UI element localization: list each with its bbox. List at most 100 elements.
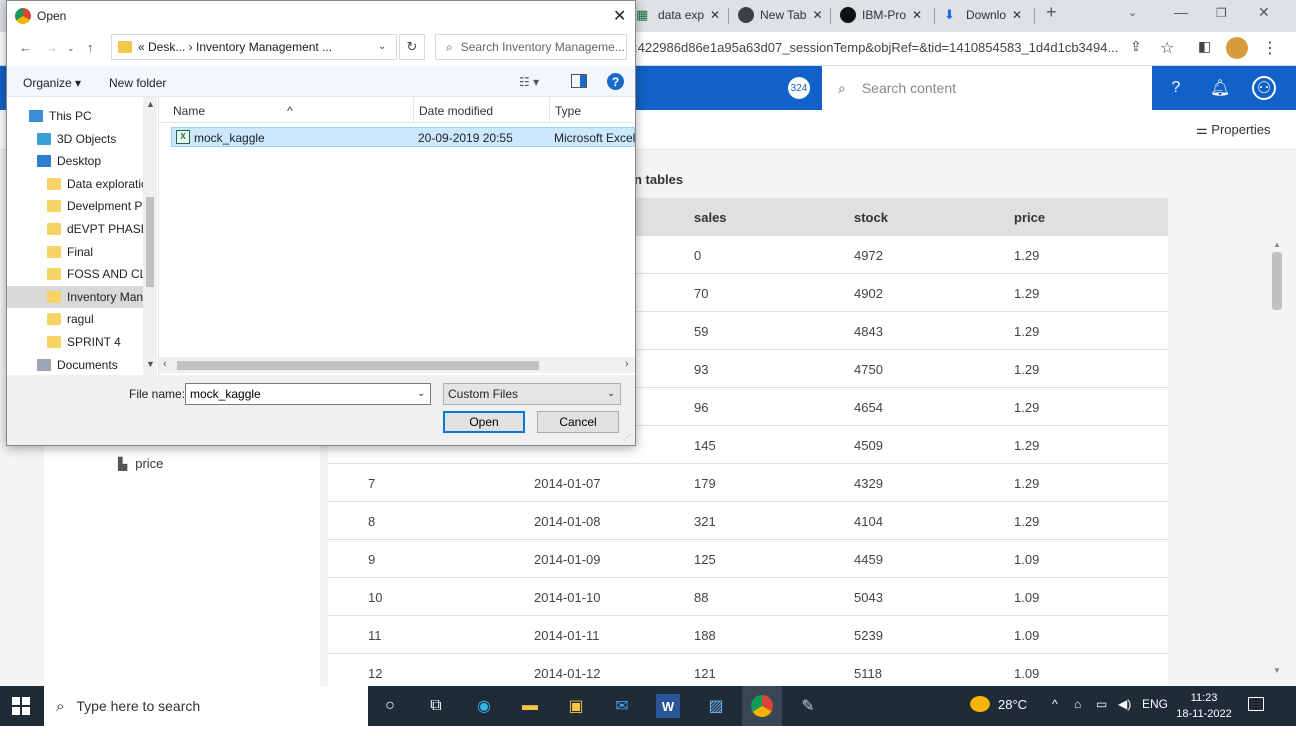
user-icon[interactable]: ⚇ [1252,76,1276,100]
task-view-icon[interactable]: ⧉ [424,694,448,718]
column-header-sales[interactable]: sales [694,210,727,225]
scroll-thumb[interactable] [1272,252,1282,310]
nav-item-desktop[interactable]: Desktop [7,150,143,172]
tab-close-icon[interactable]: ✕ [812,8,822,22]
cancel-button[interactable]: Cancel [537,411,619,433]
breadcrumb-path[interactable]: « Desk... › Inventory Management ... [138,40,332,54]
paint-icon[interactable]: ✎ [796,694,820,718]
scroll-left-arrow-icon[interactable]: ‹ [163,358,167,370]
scroll-down-arrow-icon[interactable]: ▼ [1273,666,1281,675]
chrome-taskbar-icon[interactable] [742,686,782,726]
change-view-icon[interactable]: ☷ ▾ [519,75,539,89]
scroll-down-arrow-icon[interactable]: ▼ [146,359,155,369]
column-header-stock[interactable]: stock [854,210,888,225]
tab-ibm-project[interactable]: IBM-Pro ✕ [840,2,922,28]
mail-icon[interactable]: ✉ [610,694,634,718]
dialog-search-input[interactable]: ⌕ Search Inventory Manageme... [435,34,627,60]
language-indicator[interactable]: ENG [1142,697,1168,711]
table-row[interactable]: 8 2014-01-08 321 4104 1.29 [328,502,1168,540]
file-row-mock-kaggle[interactable]: X mock_kaggle 20-09-2019 20:55 Microsoft… [171,127,635,147]
side-panel-icon[interactable]: ◧ [1198,38,1211,55]
table-row[interactable]: 11 2014-01-11 188 5239 1.09 [328,616,1168,654]
recent-locations-chevron-icon[interactable]: ⌄ [67,43,75,54]
new-folder-button[interactable]: New folder [109,76,166,90]
preview-pane-icon[interactable] [571,74,587,88]
cortana-icon[interactable]: ○ [378,694,402,718]
nav-item-final[interactable]: Final [7,241,143,263]
store-icon[interactable]: ▣ [564,694,588,718]
share-icon[interactable]: ⇪ [1130,38,1142,55]
edge-icon[interactable]: ◉ [472,694,496,718]
table-row[interactable]: 7 2014-01-07 179 4329 1.29 [328,464,1168,502]
scroll-up-arrow-icon[interactable]: ▲ [146,99,155,109]
back-arrow-icon[interactable]: ← [19,40,32,55]
tab-search-chevron-icon[interactable]: ⌄ [1128,6,1137,19]
tab-close-icon[interactable]: ✕ [912,8,922,22]
column-divider[interactable] [549,97,550,123]
system-clock[interactable]: 11:23 18-11-2022 [1176,690,1232,722]
table-row[interactable]: 12 2014-01-12 121 5118 1.09 [328,654,1168,686]
column-header-type[interactable]: Type [555,104,581,118]
weather-widget[interactable]: 28°C [970,696,1027,712]
content-search-box[interactable]: ⌕ Search content [822,66,1152,110]
tab-downloads[interactable]: ⬇ Downlo ✕ [944,2,1022,28]
bell-icon[interactable]: 🔔︎ [1208,76,1232,100]
taskbar-search-box[interactable]: ⌕ Type here to search [44,686,368,726]
window-close-icon[interactable]: ✕ [1258,4,1270,21]
nav-item-sprint-4[interactable]: SPRINT 4 [7,331,143,353]
chevron-down-icon[interactable]: ⌄ [378,41,386,52]
column-header-price[interactable]: price [1014,210,1045,225]
nav-item-this-pc[interactable]: This PC [7,105,143,127]
nav-item-ragul[interactable]: ragul [7,308,143,330]
table-vertical-scrollbar[interactable]: ▲ ▼ [1270,240,1284,680]
navigation-scrollbar[interactable]: ▲ ▼ [143,97,157,375]
nav-item-devpt-phase-r[interactable]: dEVPT PHASE r [7,218,143,240]
photos-icon[interactable]: ▨ [704,694,728,718]
new-tab-plus-icon[interactable]: + [1046,2,1057,23]
forward-arrow-icon[interactable]: → [45,40,58,55]
up-arrow-icon[interactable]: ↑ [87,40,94,55]
bookmark-star-icon[interactable]: ☆ [1160,38,1174,58]
address-breadcrumb[interactable]: « Desk... › Inventory Management ... ⌄ [111,34,397,60]
tab-close-icon[interactable]: ✕ [1012,8,1022,22]
notification-count-badge[interactable]: 324 [788,77,810,99]
scroll-right-arrow-icon[interactable]: › [625,358,629,370]
table-row[interactable]: 10 2014-01-10 88 5043 1.09 [328,578,1168,616]
notification-center-icon[interactable] [1248,697,1264,711]
scroll-thumb[interactable] [146,197,154,287]
minimize-icon[interactable]: — [1174,4,1188,20]
properties-button[interactable]: ⚌ Properties [1196,122,1271,138]
organize-button[interactable]: Organize ▾ [23,76,81,90]
nav-item-documents[interactable]: Documents [7,354,143,375]
close-icon[interactable]: ✕ [613,6,626,26]
tab-new-tab[interactable]: New Tab ✕ [738,2,823,28]
column-divider[interactable] [413,97,414,123]
nav-item-data-exploratic[interactable]: Data exploratic [7,173,143,195]
nav-item-inventory-man[interactable]: Inventory Man [7,285,143,308]
column-header-date-modified[interactable]: Date modified [419,104,493,118]
menu-kebab-icon[interactable]: ⋮ [1262,38,1278,58]
column-header-name[interactable]: Name [173,104,205,118]
scroll-up-arrow-icon[interactable]: ▲ [1273,240,1281,249]
file-name-input[interactable] [185,383,431,405]
chevron-down-icon[interactable]: ⌄ [607,388,615,399]
help-icon[interactable]: ? [1164,76,1188,100]
scroll-thumb[interactable] [177,361,539,370]
nav-item-3d-objects[interactable]: 3D Objects [7,128,143,150]
network-icon[interactable]: ⌂ [1074,697,1081,711]
windows-start-icon[interactable] [12,697,30,715]
open-button[interactable]: Open [443,411,525,433]
display-icon[interactable]: ▭ [1096,697,1107,711]
file-type-filter-select[interactable]: Custom Files [443,383,621,405]
tree-item-price[interactable]: ▙ price [118,456,163,471]
tab-data-exploration[interactable]: ▦ data exp ✕ [636,2,720,28]
restore-icon[interactable]: ❐ [1216,6,1227,20]
profile-avatar[interactable] [1226,37,1248,59]
address-bar-url[interactable]: :422986d86e1a95a63d07_sessionTemp&objRef… [634,40,1118,55]
table-row[interactable]: 9 2014-01-09 125 4459 1.09 [328,540,1168,578]
volume-icon[interactable]: ◀) [1118,697,1131,711]
help-icon[interactable]: ? [607,73,624,90]
refresh-button[interactable]: ↻ [399,34,425,60]
word-icon[interactable]: W [656,694,680,718]
resize-grip-icon[interactable]: ⋰ [623,433,631,442]
